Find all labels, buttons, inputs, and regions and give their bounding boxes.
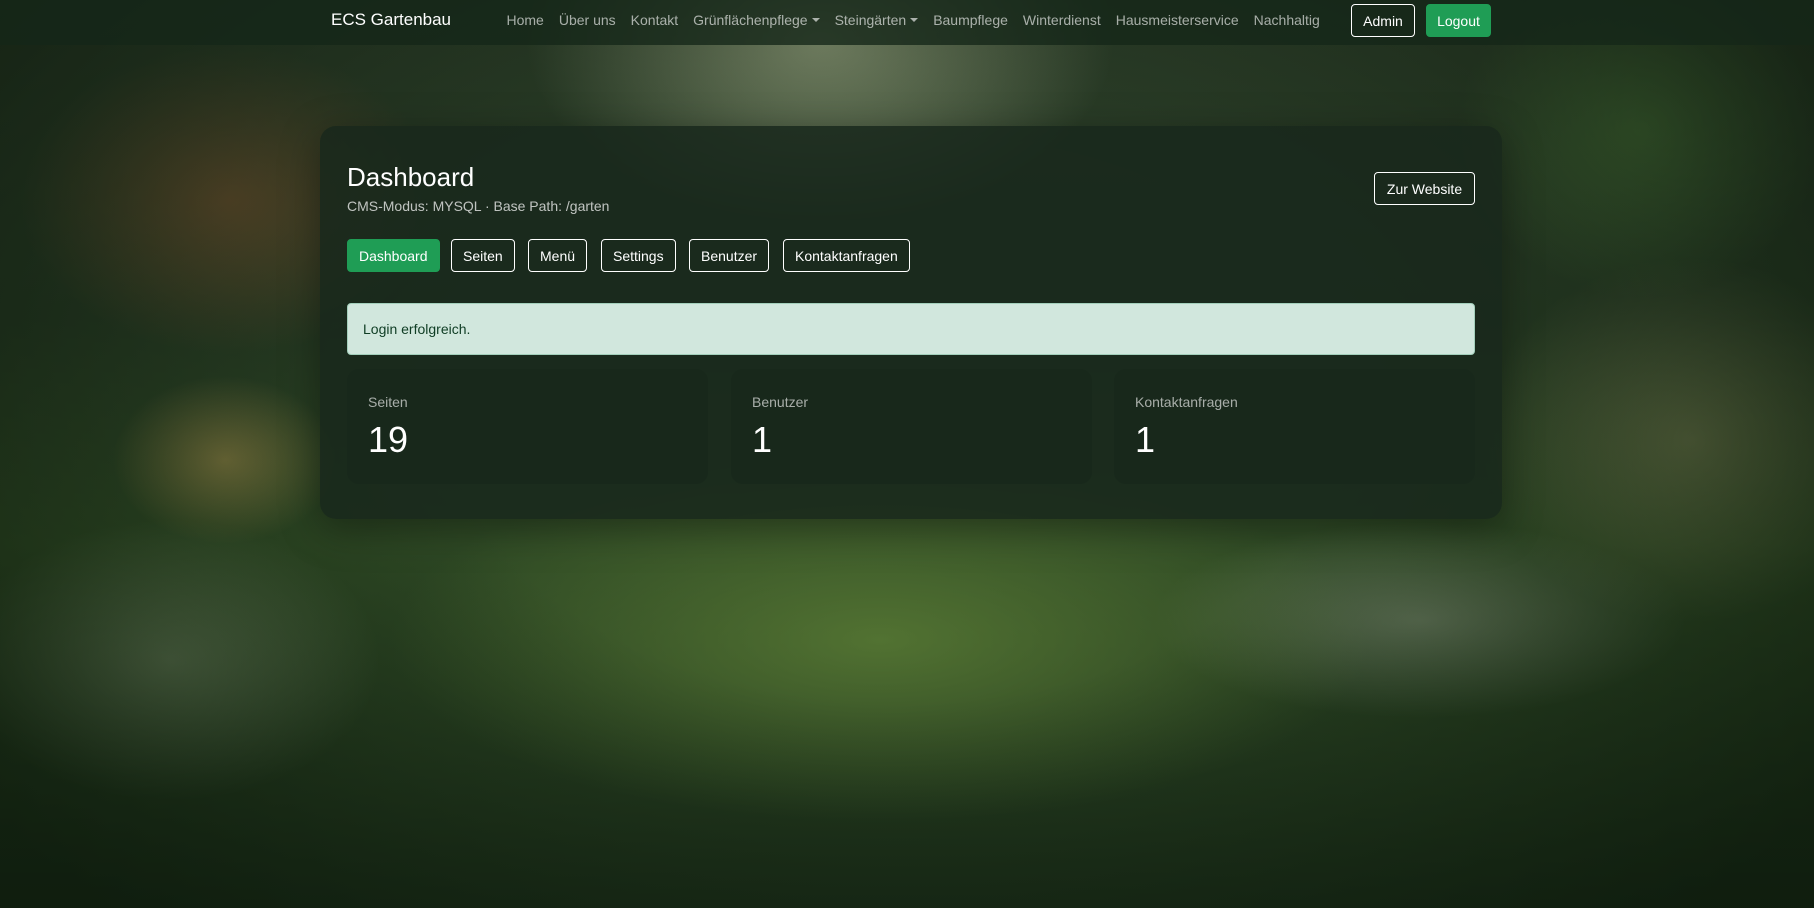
tab-kontaktanfragen[interactable]: Kontaktanfragen [783, 239, 910, 272]
nav-link-hausmeisterservice[interactable]: Hausmeisterservice [1108, 12, 1246, 28]
nav-links: Home Über uns Kontakt Grünflächenpflege … [499, 0, 1327, 40]
stat-value: 19 [368, 419, 409, 460]
brand-logo[interactable]: ECS Gartenbau [331, 10, 451, 30]
to-website-button[interactable]: Zur Website [1374, 172, 1475, 205]
nav-link-label: Hausmeisterservice [1115, 12, 1239, 28]
tab-benutzer[interactable]: Benutzer [689, 239, 770, 272]
nav-link-label: Über uns [558, 12, 616, 28]
nav-link-baumpflege[interactable]: Baumpflege [926, 12, 1016, 28]
admin-button[interactable]: Admin [1351, 4, 1415, 37]
nav-link-label: Nachhaltig [1253, 12, 1320, 28]
stat-value: 1 [752, 419, 773, 460]
nav-link-home[interactable]: Home [499, 12, 551, 28]
tab-menue[interactable]: Menü [528, 239, 588, 272]
success-alert: Login erfolgreich. [347, 303, 1475, 355]
tab-settings[interactable]: Settings [601, 239, 676, 272]
stat-card-kontaktanfragen: Kontaktanfragen 1 [1114, 369, 1475, 484]
nav-link-label: Winterdienst [1022, 12, 1101, 28]
nav-link-label: Grünflächenpflege [693, 12, 808, 28]
nav-link-kontakt[interactable]: Kontakt [623, 12, 685, 28]
stat-value: 1 [1135, 419, 1156, 460]
nav-link-ueber-uns[interactable]: Über uns [551, 12, 623, 28]
nav-link-label: Home [506, 12, 544, 28]
nav-dropdown-gruenflaechenpflege[interactable]: Grünflächenpflege [686, 12, 827, 28]
stat-label: Seiten [368, 394, 408, 410]
stat-card-seiten: Seiten 19 [347, 369, 708, 484]
chevron-down-icon [811, 18, 820, 22]
page-title: Dashboard [347, 162, 475, 192]
stat-label: Benutzer [752, 394, 809, 410]
nav-link-label: Steingärten [834, 12, 907, 28]
nav-link-label: Kontakt [630, 12, 679, 28]
nav-dropdown-steingaerten[interactable]: Steingärten [827, 12, 926, 28]
stat-card-benutzer: Benutzer 1 [731, 369, 1092, 484]
tab-seiten[interactable]: Seiten [451, 239, 515, 272]
logout-button[interactable]: Logout [1426, 4, 1491, 37]
stat-label: Kontaktanfragen [1135, 394, 1238, 410]
nav-link-winterdienst[interactable]: Winterdienst [1015, 12, 1108, 28]
tab-dashboard[interactable]: Dashboard [347, 239, 440, 272]
nav-link-nachhaltig[interactable]: Nachhaltig [1246, 12, 1327, 28]
dashboard-panel: Dashboard CMS-Modus: MYSQL · Base Path: … [320, 126, 1502, 519]
cms-mode-subtitle: CMS-Modus: MYSQL · Base Path: /garten [347, 198, 610, 214]
nav-link-label: Baumpflege [933, 12, 1008, 28]
top-navbar: ECS Gartenbau Home Über uns Kontakt Grün… [0, 0, 1814, 45]
chevron-down-icon [910, 18, 919, 22]
alert-message: Login erfolgreich. [363, 321, 471, 337]
